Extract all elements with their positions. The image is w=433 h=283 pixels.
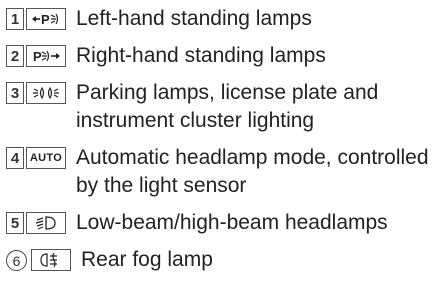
legend-item: 6 Rear fog lamp: [6, 246, 431, 274]
item-description: Rear fog lamp: [81, 248, 213, 271]
item-description: Low-beam/high-beam headlamps: [76, 211, 388, 234]
legend-item: 5 Low-beam/high-beam headlamps: [6, 209, 431, 237]
parking-lamps-icon: [26, 82, 66, 104]
legend-item: 4 AUTO Automatic headlamp mode, controll…: [6, 144, 431, 200]
item-description: Right-hand standing lamps: [76, 44, 326, 67]
legend-item: 1 P Left-hand standing lamps: [6, 5, 431, 33]
right-standing-lamp-icon: P: [26, 45, 66, 67]
item-number: 1: [6, 8, 24, 30]
low-beam-headlamp-icon: [26, 212, 66, 234]
item-number: 5: [6, 212, 24, 234]
left-standing-lamp-icon: P: [26, 8, 66, 30]
item-number: 4: [6, 147, 24, 169]
auto-symbol-text: AUTO: [29, 152, 63, 164]
item-number: 2: [6, 45, 24, 67]
item-description: Left-hand standing lamps: [76, 7, 312, 30]
auto-headlamp-icon: AUTO: [26, 147, 66, 169]
legend-item: 3 Parking lamps, license plate and instr…: [6, 79, 431, 135]
item-number: 6: [6, 250, 27, 271]
legend-item: 2 P Right-hand standing lamps: [6, 42, 431, 70]
item-number: 3: [6, 82, 24, 104]
svg-text:P: P: [33, 49, 42, 64]
item-description: Automatic headlamp mode, controlled by t…: [76, 146, 429, 197]
rear-fog-lamp-icon: [31, 249, 71, 271]
light-switch-legend: 1 P Left-hand standing lamps 2 P Right-h…: [6, 5, 431, 283]
item-description: Parking lamps, license plate and instrum…: [76, 81, 379, 132]
svg-text:P: P: [41, 12, 50, 27]
